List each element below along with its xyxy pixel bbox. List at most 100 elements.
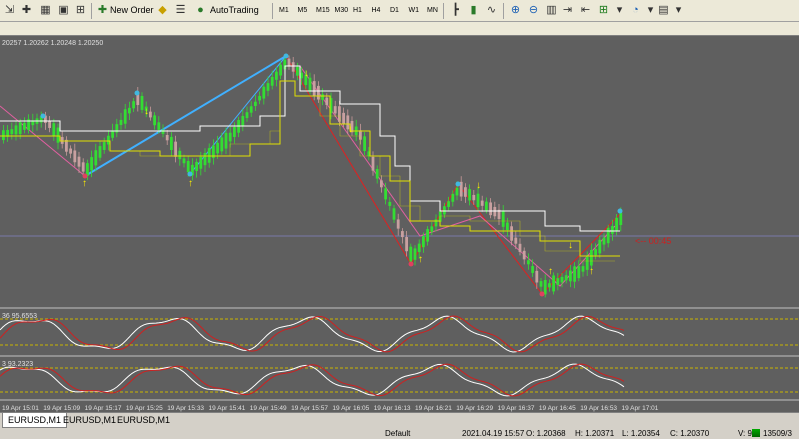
chart-window[interactable]: 20257 1.20262 1.20248 1.20250 <-- 00:45 … <box>0 36 799 412</box>
bull-candle <box>199 156 203 169</box>
autoscroll-icon[interactable]: ⇤ <box>578 3 593 18</box>
bear-candle <box>359 130 362 140</box>
fractal-up-dot <box>40 113 46 119</box>
bull-candle <box>363 136 366 151</box>
line-chart-icon[interactable]: ∿ <box>484 3 499 18</box>
status-traffic: 13509/3 <box>763 429 792 438</box>
bull-candle <box>527 260 530 265</box>
bear-candle <box>535 270 539 283</box>
bull-candle <box>52 123 56 137</box>
bull-candle <box>203 153 207 166</box>
bull-candle <box>153 115 156 126</box>
bull-candle <box>430 226 434 232</box>
window-icon[interactable]: ▣ <box>56 3 71 18</box>
bear-candle <box>401 231 404 238</box>
bull-candle <box>485 201 488 211</box>
new-order-button[interactable]: New Order <box>110 2 154 19</box>
timeframe-h1[interactable]: H1 <box>353 2 362 19</box>
bull-candle <box>501 211 505 227</box>
editor-icon[interactable]: ☰ <box>173 3 188 18</box>
status-close: C: 1.20370 <box>670 429 710 438</box>
bull-candle <box>573 266 576 282</box>
zoom-in-icon[interactable]: ⊕ <box>508 3 523 18</box>
main-panel-bg <box>0 36 799 308</box>
bull-candle <box>182 158 186 164</box>
bull-candle <box>434 219 438 227</box>
fractal-up-dot <box>134 90 140 96</box>
bull-candle <box>233 126 236 137</box>
tile-windows-icon[interactable]: ▥ <box>544 3 559 18</box>
bull-candle <box>132 101 135 109</box>
separator <box>272 3 273 19</box>
bull-candle <box>2 130 5 141</box>
time-tick-label: 19 Apr 16:13 <box>374 405 411 412</box>
autotrading-button[interactable]: AutoTrading <box>210 2 259 19</box>
bull-candle <box>107 135 110 145</box>
bull-candle <box>417 243 421 253</box>
buy-arrow-icon: ↑ <box>589 266 594 277</box>
bear-candle <box>522 250 526 260</box>
timeframe-mn[interactable]: MN <box>427 2 438 19</box>
bull-candle <box>224 132 228 149</box>
tab-eurusd-m1-3[interactable]: EURUSD,M1 <box>112 413 175 428</box>
secondary-toolbar <box>0 22 799 36</box>
periods-icon[interactable]: ◔ <box>628 3 643 18</box>
timeframe-d1[interactable]: D1 <box>390 2 399 19</box>
bear-candle <box>338 106 341 122</box>
time-tick-label: 19 Apr 15:01 <box>2 405 39 412</box>
zoom-out-icon[interactable]: ⊖ <box>526 3 541 18</box>
candlestick-icon[interactable]: ▮ <box>466 3 481 18</box>
bull-candle <box>598 239 602 254</box>
bull-candle <box>207 148 211 163</box>
bull-candle <box>102 142 106 150</box>
bull-candle <box>615 217 618 231</box>
bear-candle <box>493 206 497 217</box>
grid-icon[interactable]: ▦ <box>38 3 53 18</box>
price-chart[interactable]: 20257 1.20262 1.20248 1.20250 <-- 00:45 … <box>0 36 799 412</box>
time-tick-label: 19 Apr 17:01 <box>622 405 659 412</box>
bull-candle <box>14 125 18 135</box>
bull-candle <box>468 189 471 201</box>
bull-candle <box>128 107 131 114</box>
bull-candle <box>23 122 26 130</box>
bull-candle <box>262 86 266 99</box>
bull-candle <box>590 249 593 266</box>
chart-tabs: EURUSD,M1 EURUSD,M1 EURUSD,M1 <box>0 412 799 428</box>
profile-name: Default <box>385 429 411 438</box>
time-tick-label: 19 Apr 15:49 <box>250 405 287 412</box>
timeframe-w1[interactable]: W1 <box>409 2 420 19</box>
bull-candle <box>409 246 413 262</box>
timeframe-m1[interactable]: M1 <box>279 2 289 19</box>
crosshair-icon[interactable]: ✚ <box>19 3 34 18</box>
timeframe-m30[interactable]: M30 <box>335 2 349 19</box>
chart-shift-icon[interactable]: ⇥ <box>560 3 575 18</box>
bear-candle <box>81 162 85 172</box>
bull-candle <box>178 150 182 160</box>
bear-candle <box>165 135 169 141</box>
bull-candle <box>94 150 98 166</box>
bar-chart-icon[interactable]: ┣ <box>448 3 463 18</box>
experts-icon[interactable]: ◆ <box>155 3 170 18</box>
timeframe-m5[interactable]: M5 <box>298 2 308 19</box>
templates-dropdown-icon[interactable]: ▾ <box>671 3 686 18</box>
bull-candle <box>186 160 190 173</box>
bull-candle <box>392 208 396 220</box>
indicators-icon[interactable]: ⊞ <box>596 3 611 18</box>
bear-candle <box>380 180 383 188</box>
bear-candle <box>325 97 329 105</box>
zoom-icon[interactable]: ⊞ <box>73 3 88 18</box>
bull-candle <box>279 64 282 76</box>
bear-candle <box>489 202 492 216</box>
bull-candle <box>270 76 274 86</box>
time-tick-label: 19 Apr 16:53 <box>580 405 617 412</box>
arrow-icon[interactable]: ⇲ <box>2 3 17 18</box>
timeframe-m15[interactable]: M15 <box>316 2 330 19</box>
templates-icon[interactable]: ▤ <box>656 3 671 18</box>
bull-candle <box>560 276 564 283</box>
bear-candle <box>77 156 81 167</box>
timeframe-h4[interactable]: H4 <box>372 2 381 19</box>
indicators-dropdown-icon[interactable]: ▾ <box>612 3 627 18</box>
bull-candle <box>245 112 249 119</box>
time-tick-label: 19 Apr 15:41 <box>209 405 246 412</box>
sell-arrow-icon: ↓ <box>144 106 149 117</box>
